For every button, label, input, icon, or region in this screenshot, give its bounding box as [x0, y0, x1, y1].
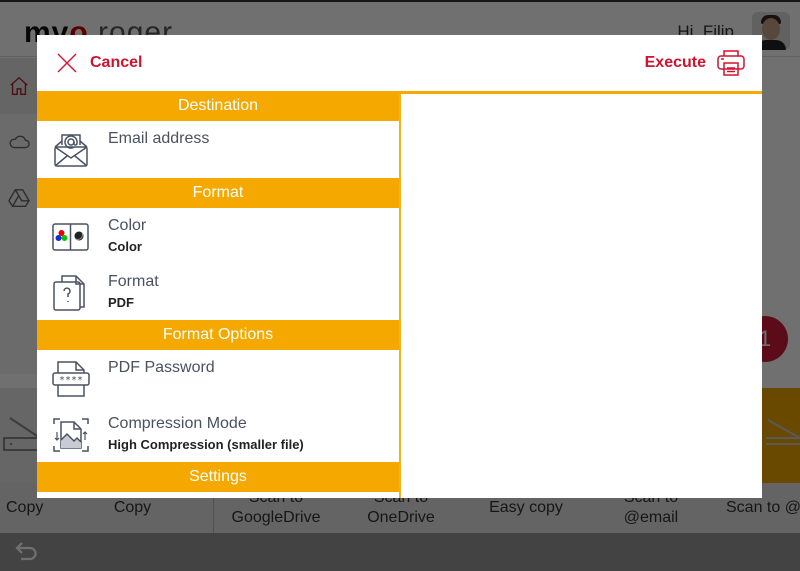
section-header-destination: Destination — [37, 91, 399, 121]
dialog-header: Cancel Execute — [37, 35, 762, 91]
section-header-format-options: Format Options — [37, 320, 399, 350]
printer-icon — [717, 50, 745, 76]
option-value: High Compression (smaller file) — [108, 437, 304, 452]
cancel-label: Cancel — [90, 54, 143, 71]
detail-panel — [401, 94, 762, 498]
section-header-settings: Settings — [37, 462, 399, 492]
option-title: Color — [108, 217, 147, 234]
option-value: PDF — [108, 295, 134, 310]
file-format-icon — [53, 275, 85, 311]
compression-icon — [53, 418, 89, 452]
settings-list[interactable]: Destination Email address Format Color C… — [37, 91, 399, 498]
execute-button[interactable]: Execute — [645, 48, 746, 78]
execute-label: Execute — [644, 54, 706, 71]
option-format[interactable]: Format PDF — [37, 264, 399, 320]
option-title: Format — [108, 273, 159, 290]
cancel-button[interactable]: Cancel — [55, 51, 142, 75]
svg-text:****: **** — [59, 375, 83, 386]
option-color[interactable]: Color Color — [37, 208, 399, 264]
option-value: Color — [108, 239, 142, 254]
option-title: Email address — [108, 130, 210, 147]
option-title: Compression Mode — [108, 415, 247, 432]
close-icon — [57, 53, 77, 73]
pdf-password-icon: **** — [52, 361, 90, 397]
scan-settings-dialog: Cancel Execute Destination Email address… — [37, 35, 762, 498]
option-pdf-password[interactable]: **** PDF Password — [37, 350, 399, 406]
option-email-address[interactable]: Email address — [37, 121, 399, 178]
section-header-format: Format — [37, 178, 399, 208]
envelope-at-icon — [54, 134, 88, 167]
color-mode-icon — [52, 223, 89, 251]
option-title: PDF Password — [108, 359, 215, 376]
option-compression-mode[interactable]: Compression Mode High Compression (small… — [37, 406, 399, 462]
